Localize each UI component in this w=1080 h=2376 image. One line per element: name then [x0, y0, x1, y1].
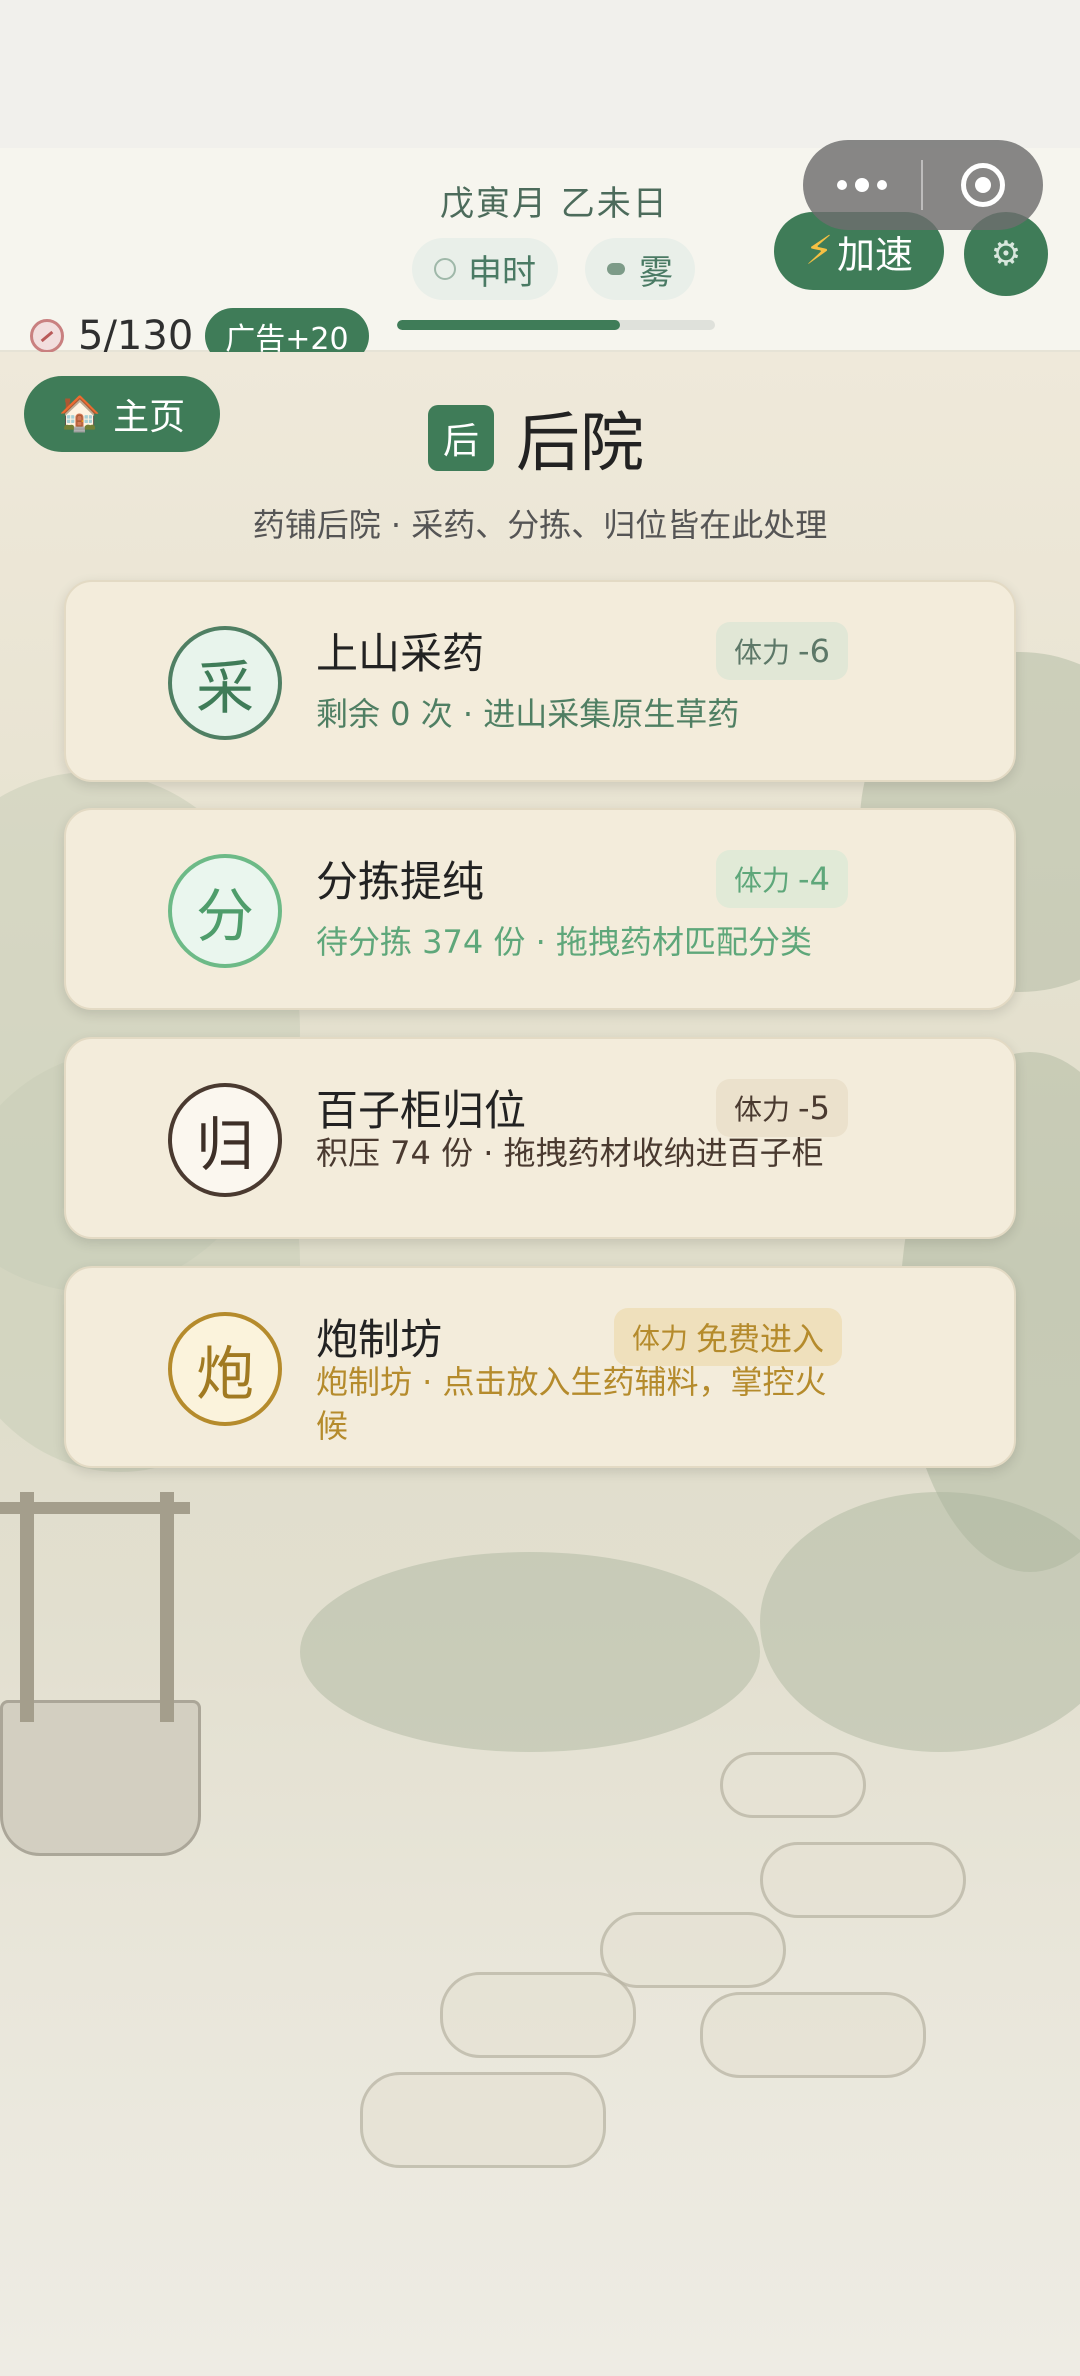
card-description: 积压 74 份 · 拖拽药材收纳进百子柜 — [316, 1134, 824, 1172]
home-label: 主页 — [113, 397, 186, 438]
process-icon: 炮 — [168, 1312, 282, 1426]
card-description: 炮制坊 · 点击放入生药辅料，掌控火候 — [316, 1363, 827, 1445]
lunar-date: 戊寅月 乙未日 — [440, 184, 669, 224]
day-progress-bar — [397, 320, 715, 330]
tag-value: -5 — [798, 1089, 830, 1127]
time-label: 申时 — [468, 252, 536, 293]
stamina-icon — [30, 319, 64, 353]
stamina-cost-tag: 体力 -5 — [716, 1079, 848, 1137]
weather-chip: 雾 — [585, 238, 695, 300]
card-description: 剩余 0 次 · 进山采集原生草药 — [316, 695, 740, 733]
tag-label: 体力 — [632, 1322, 689, 1355]
time-chip: 申时 — [412, 238, 558, 300]
card-gather-herbs[interactable]: 采 上山采药 体力 -6 剩余 0 次 · 进山采集原生草药 — [64, 580, 1016, 782]
tag-value: 免费进入 — [696, 1320, 825, 1358]
clock-icon — [434, 258, 456, 280]
tag-label: 体力 — [734, 864, 791, 897]
gear-icon: ⚙ — [990, 234, 1022, 274]
lightning-icon: ⚡ — [804, 228, 834, 274]
speed-up-label: 加速 — [837, 232, 914, 277]
tag-label: 体力 — [734, 1093, 791, 1126]
page-subtitle: 药铺后院 · 采药、分拣、归位皆在此处理 — [252, 506, 828, 544]
card-cabinet-return[interactable]: 归 百子柜归位 体力 -5 积压 74 份 · 拖拽药材收纳进百子柜 — [64, 1037, 1016, 1239]
tag-label: 体力 — [734, 636, 791, 669]
card-description: 待分拣 374 份 · 拖拽药材匹配分类 — [316, 923, 812, 961]
title-badge: 后 — [428, 405, 494, 471]
more-menu-button[interactable] — [803, 178, 921, 192]
card-processing-workshop[interactable]: 炮 炮制坊 体力 免费进入 炮制坊 · 点击放入生药辅料，掌控火候 — [64, 1266, 1016, 1468]
sort-icon: 分 — [168, 854, 282, 968]
stamina-cost-tag: 体力 免费进入 — [614, 1308, 843, 1366]
close-miniprogram-button[interactable] — [923, 163, 1043, 207]
stamina-cost-tag: 体力 -4 — [716, 850, 848, 908]
cloud-icon — [607, 263, 625, 275]
miniprogram-capsule — [803, 140, 1043, 230]
tag-value: -4 — [798, 860, 830, 898]
card-title: 炮制坊 — [316, 1315, 443, 1364]
page-title: 后 后院 — [428, 392, 644, 484]
card-title: 百子柜归位 — [316, 1086, 527, 1135]
stamina-cost-tag: 体力 -6 — [716, 622, 848, 680]
home-icon: 🏠 — [58, 394, 102, 434]
tag-value: -6 — [798, 632, 830, 670]
home-button[interactable]: 🏠 主页 — [24, 376, 220, 452]
weather-label: 雾 — [639, 252, 673, 293]
target-icon — [961, 163, 1005, 207]
card-sort-purify[interactable]: 分 分拣提纯 体力 -4 待分拣 374 份 · 拖拽药材匹配分类 — [64, 808, 1016, 1010]
title-text: 后院 — [516, 407, 644, 481]
status-bar — [0, 0, 1080, 148]
return-icon: 归 — [168, 1083, 282, 1197]
card-title: 分拣提纯 — [316, 857, 485, 906]
gather-icon: 采 — [168, 626, 282, 740]
card-title: 上山采药 — [316, 629, 485, 678]
day-progress-fill — [397, 320, 620, 330]
